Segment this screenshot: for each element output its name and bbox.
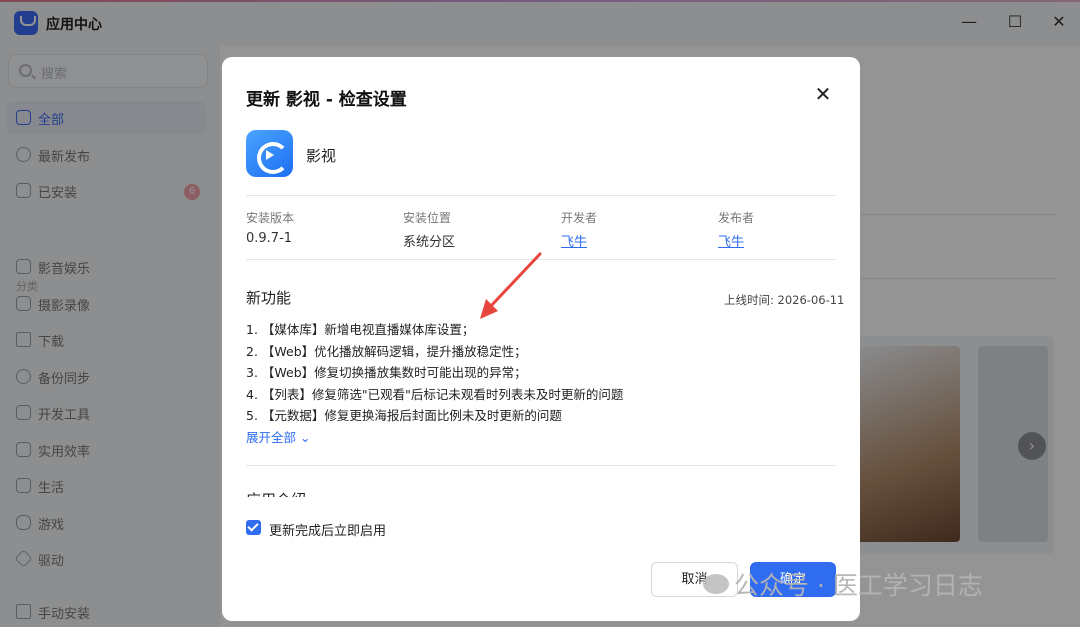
annotation-arrow bbox=[480, 252, 542, 319]
watermark: 公众号 · 医工学习日志 bbox=[734, 571, 983, 600]
